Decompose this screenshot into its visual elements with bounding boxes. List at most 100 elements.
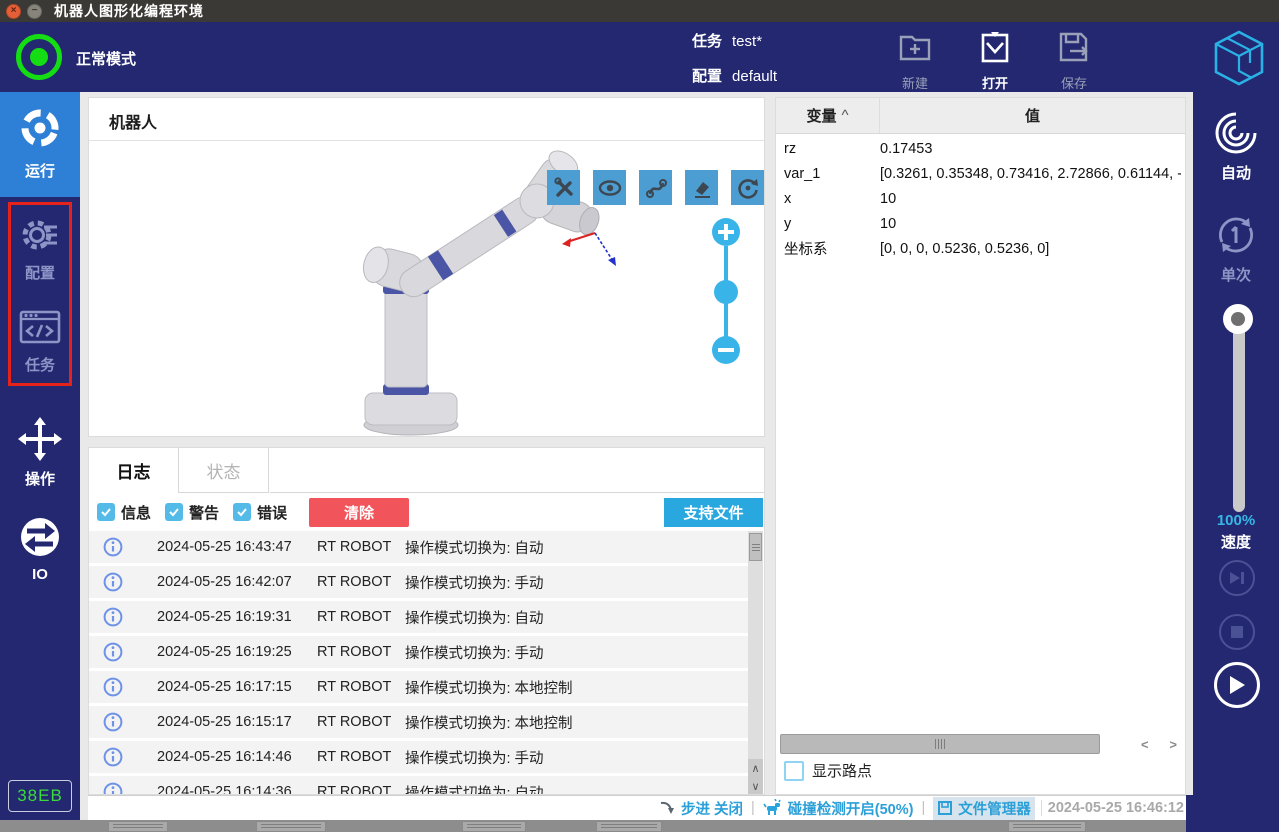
column-value[interactable]: 值 — [880, 98, 1185, 133]
column-variable[interactable]: 变量 ^ — [776, 98, 880, 133]
warning-checkbox[interactable] — [165, 503, 184, 521]
auto-mode-label: 自动 — [1220, 165, 1251, 182]
new-button[interactable]: 新建 — [883, 28, 947, 92]
config-row: 配置 default — [692, 65, 777, 86]
auto-mode-icon — [1215, 112, 1257, 154]
error-checkbox[interactable] — [233, 503, 252, 521]
open-icon — [981, 32, 1009, 63]
variable-row[interactable]: 坐标系 [0, 0, 0, 0.5236, 0.5236, 0] — [776, 236, 1181, 261]
sidebar-item-io[interactable]: IO — [0, 512, 80, 596]
log-row[interactable]: 2024-05-25 16:14:36 RT ROBOT 操作模式切换为: 自动 — [89, 776, 749, 795]
speed-slider-thumb[interactable] — [1223, 304, 1253, 334]
sidebar-item-operate[interactable]: 操作 — [0, 412, 80, 496]
zoom-out-button[interactable] — [712, 336, 740, 364]
tools-button[interactable] — [547, 170, 580, 205]
window-minimize-button[interactable]: − — [27, 3, 42, 19]
log-row[interactable]: 2024-05-25 16:42:07 RT ROBOT 操作模式切换为: 手动 — [89, 566, 749, 601]
show-waypoints-checkbox[interactable] — [784, 760, 804, 781]
right-sidebar: 自动 单次 100% 速度 — [1193, 92, 1279, 832]
viewer-toolbar — [547, 170, 764, 205]
eraser-icon — [694, 181, 710, 198]
new-folder-icon — [899, 35, 931, 61]
sidebar-item-config[interactable]: 配置 — [0, 210, 80, 290]
auto-mode-button[interactable]: 自动 — [1193, 110, 1279, 183]
robot-panel: 机器人 — [88, 97, 765, 437]
log-list: 2024-05-25 16:43:47 RT ROBOT 操作模式切换为: 自动… — [89, 531, 749, 795]
file-manager-button[interactable]: 文件管理器 — [933, 796, 1035, 820]
variable-name: var_1 — [784, 165, 821, 182]
status-timestamp: 2024-05-25 16:46:12 — [1040, 800, 1184, 816]
variable-row[interactable]: var_1 [0.3261, 0.35348, 0.73416, 2.72866… — [776, 161, 1181, 186]
log-row[interactable]: 2024-05-25 16:14:46 RT ROBOT 操作模式切换为: 手动 — [89, 741, 749, 776]
speed-slider-track[interactable] — [1233, 310, 1245, 512]
log-row[interactable]: 2024-05-25 16:17:15 RT ROBOT 操作模式切换为: 本地… — [89, 671, 749, 706]
info-checkbox[interactable] — [97, 503, 115, 521]
scroll-down-button[interactable]: ∨ — [748, 777, 763, 794]
single-run-icon — [1218, 217, 1254, 253]
path-button[interactable] — [639, 170, 672, 205]
scroll-right-button[interactable]: > — [1169, 737, 1177, 752]
eraser-button[interactable] — [685, 170, 718, 205]
mode-label: 正常模式 — [76, 51, 137, 68]
variable-row[interactable]: y 10 — [776, 211, 1181, 236]
single-run-button[interactable]: 单次 — [1193, 212, 1279, 285]
window-close-button[interactable]: × — [6, 3, 21, 19]
move-arrows-icon — [18, 417, 62, 461]
scrollbar-thumb[interactable] — [749, 533, 762, 561]
variables-horizontal-scrollbar[interactable] — [780, 734, 1100, 754]
log-row[interactable]: 2024-05-25 16:15:17 RT ROBOT 操作模式切换为: 本地… — [89, 706, 749, 741]
log-message: 操作模式切换为: 本地控制 — [405, 715, 573, 732]
show-waypoints-label: 显示路点 — [812, 763, 873, 780]
zoom-in-button[interactable] — [712, 218, 740, 246]
play-button[interactable] — [1214, 662, 1260, 708]
desktop-icon — [256, 821, 326, 832]
show-waypoints-row: 显示路点 — [784, 760, 872, 781]
collision-detection-status[interactable]: 碰撞检测开启(50%) — [763, 798, 913, 819]
config-label: 配置 — [692, 68, 723, 85]
save-button[interactable]: 保存 — [1042, 28, 1106, 92]
variable-row[interactable]: rz 0.17453 — [776, 136, 1181, 161]
clear-button[interactable]: 清除 — [309, 497, 410, 527]
sidebar-item-run[interactable]: 运行 — [0, 92, 80, 197]
status-bar: 步进 关闭 | 碰撞检测开启(50%) | 文件管理器 2024-05-25 1… — [88, 795, 1186, 820]
separator: | — [921, 800, 926, 816]
info-icon — [103, 677, 123, 697]
log-time: 2024-05-25 16:17:15 — [157, 679, 292, 695]
tab-status[interactable]: 状态 — [179, 448, 269, 493]
open-button[interactable]: 打开 — [963, 28, 1027, 92]
log-time: 2024-05-25 16:19:25 — [157, 644, 292, 660]
variable-value: 10 — [880, 190, 897, 207]
run-icon — [21, 109, 59, 147]
zoom-slider-thumb[interactable] — [714, 280, 738, 304]
scroll-up-button[interactable]: ∧ — [748, 759, 763, 777]
log-row[interactable]: 2024-05-25 16:19:25 RT ROBOT 操作模式切换为: 手动 — [89, 636, 749, 671]
variable-name: x — [784, 190, 792, 207]
eye-icon — [598, 179, 621, 196]
step-mode-status[interactable]: 步进 关闭 — [658, 798, 743, 819]
scroll-left-button[interactable]: < — [1141, 737, 1149, 752]
log-row[interactable]: 2024-05-25 16:43:47 RT ROBOT 操作模式切换为: 自动 — [89, 531, 749, 566]
step-arrow-icon — [660, 801, 674, 814]
log-source: RT ROBOT — [317, 574, 392, 590]
stop-button[interactable] — [1219, 614, 1255, 650]
desktop-icon — [462, 821, 526, 832]
separator: | — [751, 800, 755, 816]
sidebar-item-task-label: 任务 — [24, 357, 55, 374]
sidebar-item-task[interactable]: 任务 — [0, 302, 80, 382]
open-button-label: 打开 — [981, 76, 1008, 91]
step-forward-button[interactable] — [1219, 560, 1255, 596]
rotate-icon — [737, 178, 758, 199]
log-row[interactable]: 2024-05-25 16:19:31 RT ROBOT 操作模式切换为: 自动 — [89, 601, 749, 636]
variables-panel: 变量 ^ 值 rz 0.17453 var_1 [0.3261, 0.35348… — [775, 97, 1186, 795]
variable-value: [0.3261, 0.35348, 0.73416, 2.72866, 0.61… — [880, 165, 1181, 182]
file-manager-icon — [938, 801, 953, 815]
visibility-button[interactable] — [593, 170, 626, 205]
variable-row[interactable]: x 10 — [776, 186, 1181, 211]
tab-log[interactable]: 日志 — [89, 448, 179, 493]
support-files-button[interactable]: 支持文件 — [664, 498, 763, 527]
log-time: 2024-05-25 16:14:36 — [157, 784, 292, 795]
info-checkbox-label: 信息 — [121, 504, 152, 522]
log-vertical-scrollbar[interactable]: ∧ ∨ — [748, 531, 763, 794]
log-message: 操作模式切换为: 自动 — [405, 610, 544, 627]
reset-view-button[interactable] — [731, 170, 764, 205]
